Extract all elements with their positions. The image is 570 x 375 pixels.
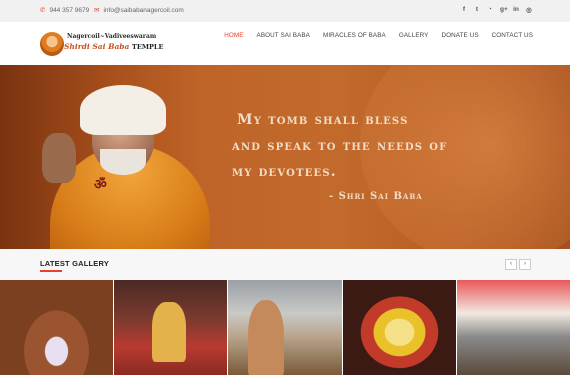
gallery-header: LATEST GALLERY ‹ › [0,249,570,280]
sai-baba-avatar-icon [40,32,64,56]
temple-logo[interactable]: Nagercoil~Vadiveeswaram Shirdi Sai Baba … [40,30,163,58]
gallery-prev-button[interactable]: ‹ [505,259,517,270]
om-symbol-icon: ॐ [94,176,107,192]
quote-line-1: My tomb shall bless [237,112,409,128]
rss-icon[interactable]: ◔ [487,6,493,14]
gallery-thumbnail-1[interactable] [0,280,114,375]
nav-home[interactable]: HOME [224,32,243,39]
linkedin-icon[interactable]: in [513,6,519,14]
main-nav: HOME ABOUT SAI BABA MIRACLES OF BABA GAL… [224,32,533,39]
portrait-hand [42,133,76,183]
sai-baba-portrait: ॐ [40,75,220,249]
google-plus-icon[interactable]: g+ [500,6,508,14]
phone-number: 944 357 9679 [49,6,90,14]
gallery-next-button[interactable]: › [519,259,531,270]
quote-line-3: my devotees. [232,164,337,180]
logo-title: Shirdi Sai Baba TEMPLE [64,42,163,51]
quote-line-2: and speak to the needs of [232,138,448,154]
email-address: info@saibabanagercoil.com [103,6,184,14]
phone-contact[interactable]: ✆ 944 357 9679 [40,6,90,15]
gallery-thumbnail-4[interactable] [342,280,456,375]
twitter-icon[interactable]: t [474,6,480,14]
gallery-thumbnail-2[interactable] [114,280,228,375]
dribbble-icon[interactable]: ◎ [526,6,532,14]
logo-title-suffix: TEMPLE [132,43,164,51]
site-header: Nagercoil~Vadiveeswaram Shirdi Sai Baba … [0,22,570,65]
gallery-title: LATEST GALLERY [40,259,110,268]
gallery-title-underline [40,270,62,272]
logo-title-main: Shirdi Sai Baba [64,42,130,51]
gallery-thumbnail-3[interactable] [228,280,342,375]
gallery-thumbnails [0,280,570,375]
envelope-icon: ✉ [94,7,100,14]
social-links: f t ◔ g+ in ◎ [461,6,532,14]
phone-icon: ✆ [40,7,46,14]
hero-banner: ॐ My tomb shall bless and speak to the n… [0,65,570,249]
nav-gallery[interactable]: GALLERY [399,32,429,39]
nav-contact-us[interactable]: CONTACT US [492,32,533,39]
hero-quote: My tomb shall bless and speak to the nee… [232,107,542,202]
portrait-head-cloth [80,85,166,135]
top-bar: ✆ 944 357 9679 ✉ info@saibabanagercoil.c… [0,0,570,22]
email-contact[interactable]: ✉ info@saibabanagercoil.com [94,6,184,15]
quote-attribution: - Shri Sai Baba [329,191,423,202]
nav-about-sai-baba[interactable]: ABOUT SAI BABA [257,32,310,39]
facebook-icon[interactable]: f [461,6,467,14]
nav-donate-us[interactable]: DONATE US [441,32,478,39]
nav-miracles-of-baba[interactable]: MIRACLES OF BABA [323,32,386,39]
portrait-beard [100,149,146,175]
logo-subtitle: Nagercoil~Vadiveeswaram [67,33,157,40]
gallery-thumbnail-5[interactable] [456,280,570,375]
